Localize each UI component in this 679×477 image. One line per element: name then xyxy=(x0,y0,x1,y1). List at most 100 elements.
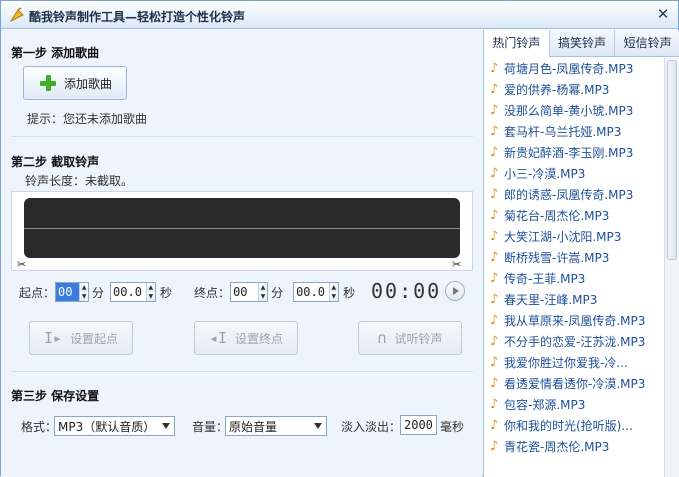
play-icon[interactable] xyxy=(445,281,465,301)
up-arrow-icon[interactable]: ▲ xyxy=(80,283,89,292)
ringtone-name: 没那么简单-黄小琥.MP3 xyxy=(504,104,634,118)
end-second-input[interactable] xyxy=(294,283,329,301)
set-start-button[interactable]: I▸ 设置起点 xyxy=(29,321,133,355)
end-second-stepper[interactable]: ▲▼ xyxy=(293,282,340,302)
ringtone-list: ♪ 荷塘月色-凤凰传奇.MP3 ♪ 爱的供养-杨幂.MP3 ♪ 没那么简单-黄小琥.MP3… xyxy=(484,58,664,477)
start-scissor-icon[interactable]: ✂ xyxy=(17,258,26,271)
ringtone-name: 荷塘月色-凤凰传奇.MP3 xyxy=(504,62,634,76)
format-select[interactable]: MP3（默认音质） xyxy=(54,416,175,436)
chevron-down-icon xyxy=(314,423,322,429)
start-second-input[interactable] xyxy=(111,283,146,301)
fade-unit: 毫秒 xyxy=(440,420,465,434)
ringtone-name: 传奇-王菲.MP3 xyxy=(504,272,586,286)
tab-hot-ringtones[interactable]: 热门铃声 xyxy=(484,30,550,58)
time-display: 00:00 xyxy=(371,279,442,303)
list-item[interactable]: ♪ 没那么简单-黄小琥.MP3 xyxy=(484,100,664,121)
start-second-stepper[interactable]: ▲▼ xyxy=(110,282,157,302)
ringtone-name: 新贵妃醉酒-李玉刚.MP3 xyxy=(504,146,634,160)
fade-input[interactable]: 2000 xyxy=(400,415,437,435)
start-second-unit: 秒 xyxy=(160,285,173,300)
end-label: 终点： xyxy=(194,285,231,300)
app-window: 酷我铃声制作工具—轻松打造个性化铃声 ✕ 第一步 添加歌曲 添加歌曲 提示：您还… xyxy=(0,0,679,477)
music-note-icon: ♪ xyxy=(490,187,499,202)
ringtone-name: 大笑江湖-小沈阳.MP3 xyxy=(504,230,622,244)
set-end-label: 设置终点 xyxy=(235,331,284,346)
music-note-icon: ♪ xyxy=(490,334,499,349)
music-note-icon: ♪ xyxy=(490,61,499,76)
volume-select[interactable]: 原始音量 xyxy=(225,416,327,436)
title-bar[interactable]: 酷我铃声制作工具—轻松打造个性化铃声 ✕ xyxy=(1,1,678,29)
down-arrow-icon[interactable]: ▼ xyxy=(146,292,156,301)
add-song-button[interactable]: 添加歌曲 xyxy=(23,66,127,100)
add-song-label: 添加歌曲 xyxy=(64,76,113,91)
scrollbar-thumb[interactable] xyxy=(667,60,677,260)
list-item[interactable]: ♪ 荷塘月色-凤凰传奇.MP3 xyxy=(484,58,664,79)
start-minute-stepper[interactable]: ▲▼ xyxy=(55,282,90,302)
music-note-icon: ♪ xyxy=(490,439,499,454)
music-note-icon: ♪ xyxy=(490,103,499,118)
end-scissor-icon[interactable]: ✂ xyxy=(452,258,461,271)
ringtone-name: 青花瓷-周杰伦.MP3 xyxy=(504,440,610,454)
music-note-icon: ♪ xyxy=(490,145,499,160)
ringtone-name: 我爱你胜过你爱我-冷... xyxy=(504,356,628,370)
music-note-icon: ♪ xyxy=(490,82,499,97)
scrollbar[interactable] xyxy=(664,58,679,477)
list-item[interactable]: ♪ 大笑江湖-小沈阳.MP3 xyxy=(484,226,664,247)
music-note-icon: ♪ xyxy=(490,355,499,370)
down-arrow-icon[interactable]: ▼ xyxy=(80,292,89,301)
list-item[interactable]: ♪ 断桥残雪-许嵩.MP3 xyxy=(484,247,664,268)
music-note-icon: ♪ xyxy=(490,418,499,433)
start-minute-input[interactable] xyxy=(56,283,80,301)
divider xyxy=(11,371,473,372)
music-note-icon: ♪ xyxy=(490,166,499,181)
up-arrow-icon[interactable]: ▲ xyxy=(259,283,268,292)
preview-ringtone-label: 试听铃声 xyxy=(394,331,443,346)
list-item[interactable]: ♪ 新贵妃醉酒-李玉刚.MP3 xyxy=(484,142,664,163)
list-item[interactable]: ♪ 菊花台-周杰伦.MP3 xyxy=(484,205,664,226)
end-second-unit: 秒 xyxy=(343,285,356,300)
list-item[interactable]: ♪ 套马杆-乌兰托娅.MP3 xyxy=(484,121,664,142)
set-start-icon: I▸ xyxy=(43,329,63,347)
set-end-button[interactable]: ◂I 设置终点 xyxy=(194,321,298,355)
ringtone-name: 春天里-汪峰.MP3 xyxy=(504,293,598,307)
list-item[interactable]: ♪ 春天里-汪峰.MP3 xyxy=(484,289,664,310)
ringtone-name: 你和我的时光(抢听版)... xyxy=(504,419,633,433)
end-minute-stepper[interactable]: ▲▼ xyxy=(230,282,269,302)
list-item[interactable]: ♪ 青花瓷-周杰伦.MP3 xyxy=(484,436,664,457)
list-item[interactable]: ♪ 不分手的恋爱-汪苏泷.MP3 xyxy=(484,331,664,352)
waveform[interactable] xyxy=(24,198,460,258)
step3-title: 第三步 保存设置 xyxy=(11,389,100,403)
list-item[interactable]: ♪ 爱的供养-杨幂.MP3 xyxy=(484,79,664,100)
start-label: 起点： xyxy=(19,285,56,300)
window-title: 酷我铃声制作工具—轻松打造个性化铃声 xyxy=(29,10,246,24)
list-item[interactable]: ♪ 小三-冷漠.MP3 xyxy=(484,163,664,184)
preview-ringtone-button[interactable]: ∩ 试听铃声 xyxy=(358,321,462,355)
format-value: MP3（默认音质） xyxy=(58,419,156,434)
ringtone-name: 断桥残雪-许嵩.MP3 xyxy=(504,251,610,265)
ringtone-name: 菊花台-周杰伦.MP3 xyxy=(504,209,610,223)
plus-icon xyxy=(40,75,56,91)
format-label: 格式： xyxy=(21,420,58,434)
list-item[interactable]: ♪ 包容-郑源.MP3 xyxy=(484,394,664,415)
music-note-icon: ♪ xyxy=(490,250,499,265)
close-icon[interactable]: ✕ xyxy=(654,5,672,23)
list-item[interactable]: ♪ 传奇-王菲.MP3 xyxy=(484,268,664,289)
music-note-icon: ♪ xyxy=(490,208,499,223)
list-item[interactable]: ♪ 我从草原来-凤凰传奇.MP3 xyxy=(484,310,664,331)
up-arrow-icon[interactable]: ▲ xyxy=(146,283,156,292)
list-item[interactable]: ♪ 你和我的时光(抢听版)... xyxy=(484,415,664,436)
volume-value: 原始音量 xyxy=(229,419,278,434)
list-item[interactable]: ♪ 郎的诱惑-凤凰传奇.MP3 xyxy=(484,184,664,205)
waveform-panel[interactable]: ✂ ✂ xyxy=(11,191,473,271)
music-note-icon: ♪ xyxy=(490,229,499,244)
tab-sms-ringtones[interactable]: 短信铃声 xyxy=(615,30,679,56)
music-note-icon: ♪ xyxy=(490,124,499,139)
list-item[interactable]: ♪ 看透爱情看透你-冷漠.MP3 xyxy=(484,373,664,394)
up-arrow-icon[interactable]: ▲ xyxy=(329,283,339,292)
end-minute-input[interactable] xyxy=(231,283,258,301)
tab-funny-ringtones[interactable]: 搞笑铃声 xyxy=(550,30,616,56)
divider xyxy=(11,136,473,137)
down-arrow-icon[interactable]: ▼ xyxy=(329,292,339,301)
list-item[interactable]: ♪ 我爱你胜过你爱我-冷... xyxy=(484,352,664,373)
down-arrow-icon[interactable]: ▼ xyxy=(259,292,268,301)
